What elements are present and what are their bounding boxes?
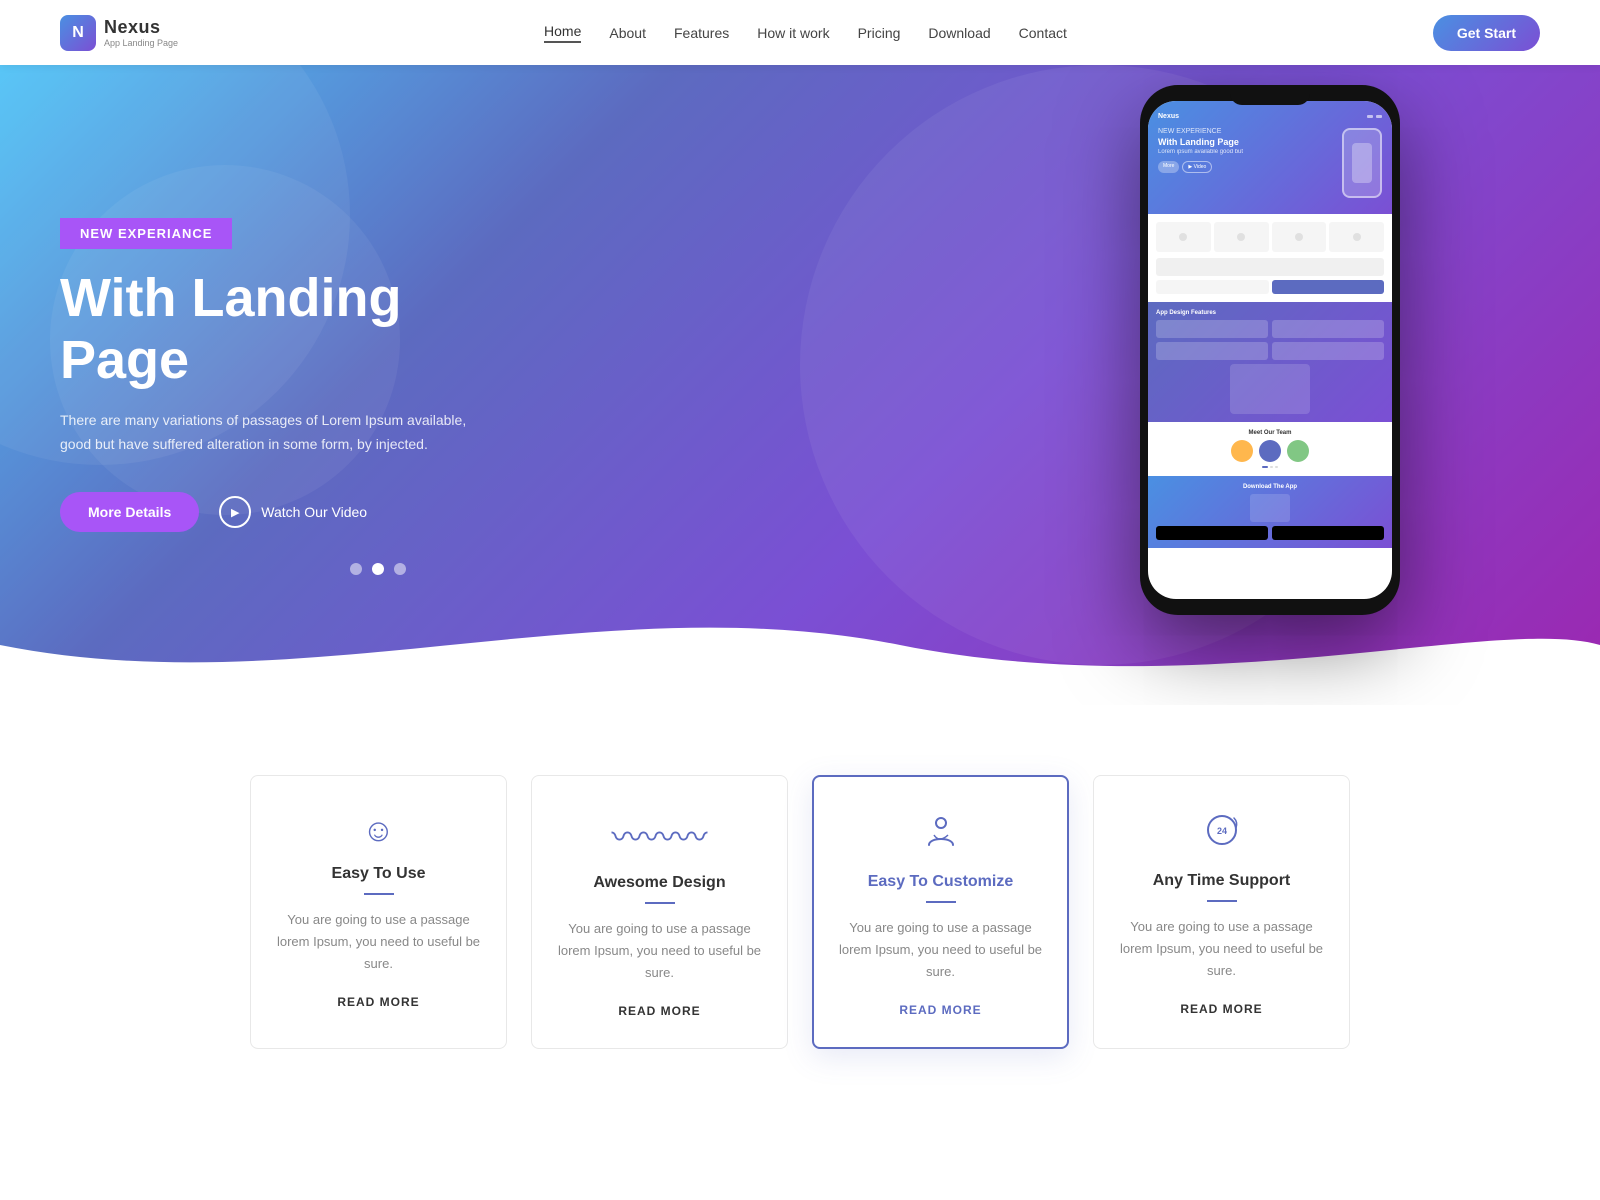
- feature-desc-3: You are going to use a passage lorem Ips…: [1118, 916, 1325, 982]
- phone-screen: Nexus NEW EXPERIENCE With Landing Page L…: [1148, 101, 1392, 599]
- nav-about[interactable]: About: [609, 25, 646, 41]
- feature-card-awesome-design: 〰〰〰 Awesome Design You are going to use …: [531, 775, 788, 1049]
- feature-readmore-0[interactable]: READ MORE: [337, 995, 419, 1009]
- logo-text: Nexus App Landing Page: [104, 17, 178, 48]
- feature-title-3: Any Time Support: [1118, 872, 1325, 890]
- feature-desc-1: You are going to use a passage lorem Ips…: [556, 918, 763, 984]
- phone-hero-area: Nexus NEW EXPERIENCE With Landing Page L…: [1148, 101, 1392, 214]
- smiley-icon: ☺: [275, 812, 482, 849]
- logo-name: Nexus: [104, 17, 178, 38]
- dot-2[interactable]: [372, 563, 384, 575]
- nav-pricing[interactable]: Pricing: [858, 25, 901, 41]
- nav-download[interactable]: Download: [928, 25, 990, 41]
- features-section: ☺ Easy To Use You are going to use a pas…: [0, 705, 1600, 1109]
- logo-sub: App Landing Page: [104, 38, 178, 48]
- nav-links: Home About Features How it work Pricing …: [544, 23, 1067, 43]
- feature-title-1: Awesome Design: [556, 874, 763, 892]
- phone-notch: [1230, 85, 1310, 105]
- feature-desc-2: You are going to use a passage lorem Ips…: [838, 917, 1043, 983]
- navbar: N Nexus App Landing Page Home About Feat…: [0, 0, 1600, 65]
- phone-frame: Nexus NEW EXPERIENCE With Landing Page L…: [1140, 85, 1400, 615]
- nav-contact[interactable]: Contact: [1019, 25, 1067, 41]
- hero-section: NEW EXPERIANCE With Landing Page There a…: [0, 65, 1600, 705]
- hero-buttons: More Details ▶ Watch Our Video: [60, 492, 540, 532]
- nav-features[interactable]: Features: [674, 25, 729, 41]
- feature-divider-0: [364, 893, 394, 895]
- video-label: Watch Our Video: [261, 504, 367, 520]
- hero-badge: NEW EXPERIANCE: [60, 218, 232, 249]
- hand-icon: [838, 813, 1043, 857]
- slider-dots: [350, 563, 406, 575]
- watch-video-button[interactable]: ▶ Watch Our Video: [219, 496, 367, 528]
- dot-1[interactable]: [350, 563, 362, 575]
- feature-desc-0: You are going to use a passage lorem Ips…: [275, 909, 482, 975]
- logo-icon: N: [60, 15, 96, 51]
- feature-divider-1: [645, 902, 675, 904]
- feature-divider-2: [926, 901, 956, 903]
- feature-card-customize: Easy To Customize You are going to use a…: [812, 775, 1069, 1049]
- feature-divider-3: [1207, 900, 1237, 902]
- svg-text:24: 24: [1216, 826, 1226, 836]
- more-details-button[interactable]: More Details: [60, 492, 199, 532]
- phone-mockup: Nexus NEW EXPERIENCE With Landing Page L…: [1140, 85, 1420, 615]
- feature-readmore-1[interactable]: READ MORE: [618, 1004, 700, 1018]
- logo[interactable]: N Nexus App Landing Page: [60, 15, 178, 51]
- get-start-button[interactable]: Get Start: [1433, 15, 1540, 51]
- dot-3[interactable]: [394, 563, 406, 575]
- nav-how-it-work[interactable]: How it work: [757, 25, 829, 41]
- feature-title-2: Easy To Customize: [838, 873, 1043, 891]
- feature-readmore-3[interactable]: READ MORE: [1180, 1002, 1262, 1016]
- phone-nav-mini: Nexus: [1158, 113, 1382, 120]
- clock24-icon: 24: [1118, 812, 1325, 856]
- feature-readmore-2[interactable]: READ MORE: [899, 1003, 981, 1017]
- features-grid: ☺ Easy To Use You are going to use a pas…: [250, 775, 1350, 1049]
- feature-card-easy-to-use: ☺ Easy To Use You are going to use a pas…: [250, 775, 507, 1049]
- hero-content: NEW EXPERIANCE With Landing Page There a…: [0, 138, 600, 633]
- feature-card-support: 24 Any Time Support You are going to use…: [1093, 775, 1350, 1049]
- hero-title: With Landing Page: [60, 267, 540, 391]
- feature-title-0: Easy To Use: [275, 865, 482, 883]
- play-icon: ▶: [219, 496, 251, 528]
- nav-home[interactable]: Home: [544, 23, 581, 43]
- hero-description: There are many variations of passages of…: [60, 409, 490, 457]
- waves-icon: 〰〰〰: [556, 812, 763, 858]
